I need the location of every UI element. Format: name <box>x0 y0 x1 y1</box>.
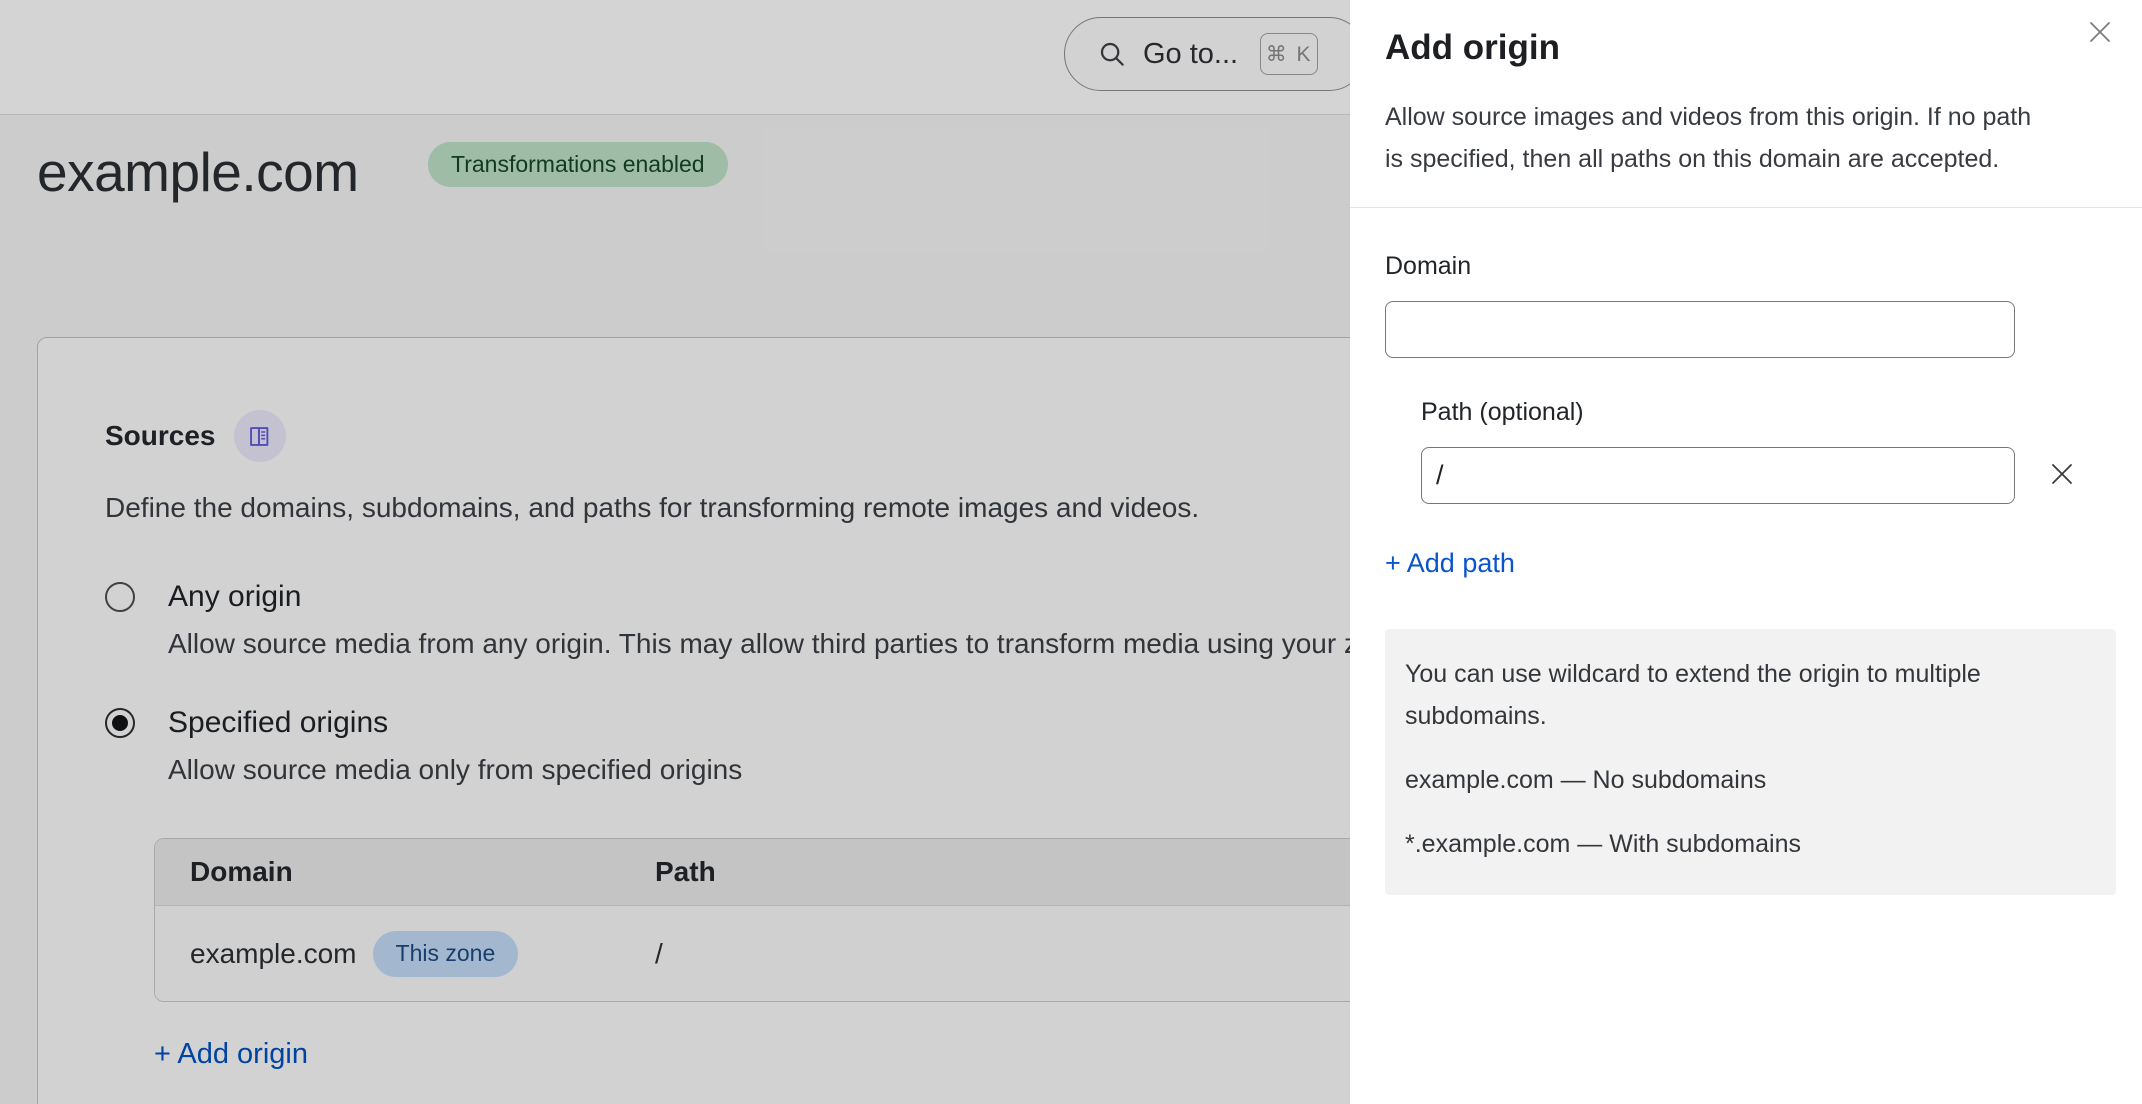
wildcard-example-with-subdomains: *.example.com — With subdomains <box>1405 823 2096 865</box>
path-input[interactable] <box>1421 447 2015 504</box>
domain-input[interactable] <box>1385 301 2015 358</box>
domain-field-label: Domain <box>1385 252 1471 280</box>
remove-path-button[interactable] <box>2045 457 2079 494</box>
close-drawer-button[interactable] <box>2078 10 2122 54</box>
wildcard-example-no-subdomains: example.com — No subdomains <box>1405 759 2096 801</box>
path-field-label: Path (optional) <box>1421 398 1584 426</box>
wildcard-info-box: You can use wildcard to extend the origi… <box>1385 629 2116 895</box>
path-group: Path (optional) <box>1421 398 2142 504</box>
drawer-description: Allow source images and videos from this… <box>1385 96 2050 180</box>
add-origin-drawer: Add origin Allow source images and video… <box>1350 0 2142 1104</box>
add-path-link[interactable]: + Add path <box>1385 548 1515 579</box>
remove-path-x-icon <box>2047 459 2077 489</box>
app-root: Go to... ⌘ K example.com Transformations… <box>0 0 2142 1104</box>
wildcard-info-text: You can use wildcard to extend the origi… <box>1405 653 2096 737</box>
drawer-title: Add origin <box>1385 22 2022 74</box>
close-icon <box>2083 15 2117 49</box>
